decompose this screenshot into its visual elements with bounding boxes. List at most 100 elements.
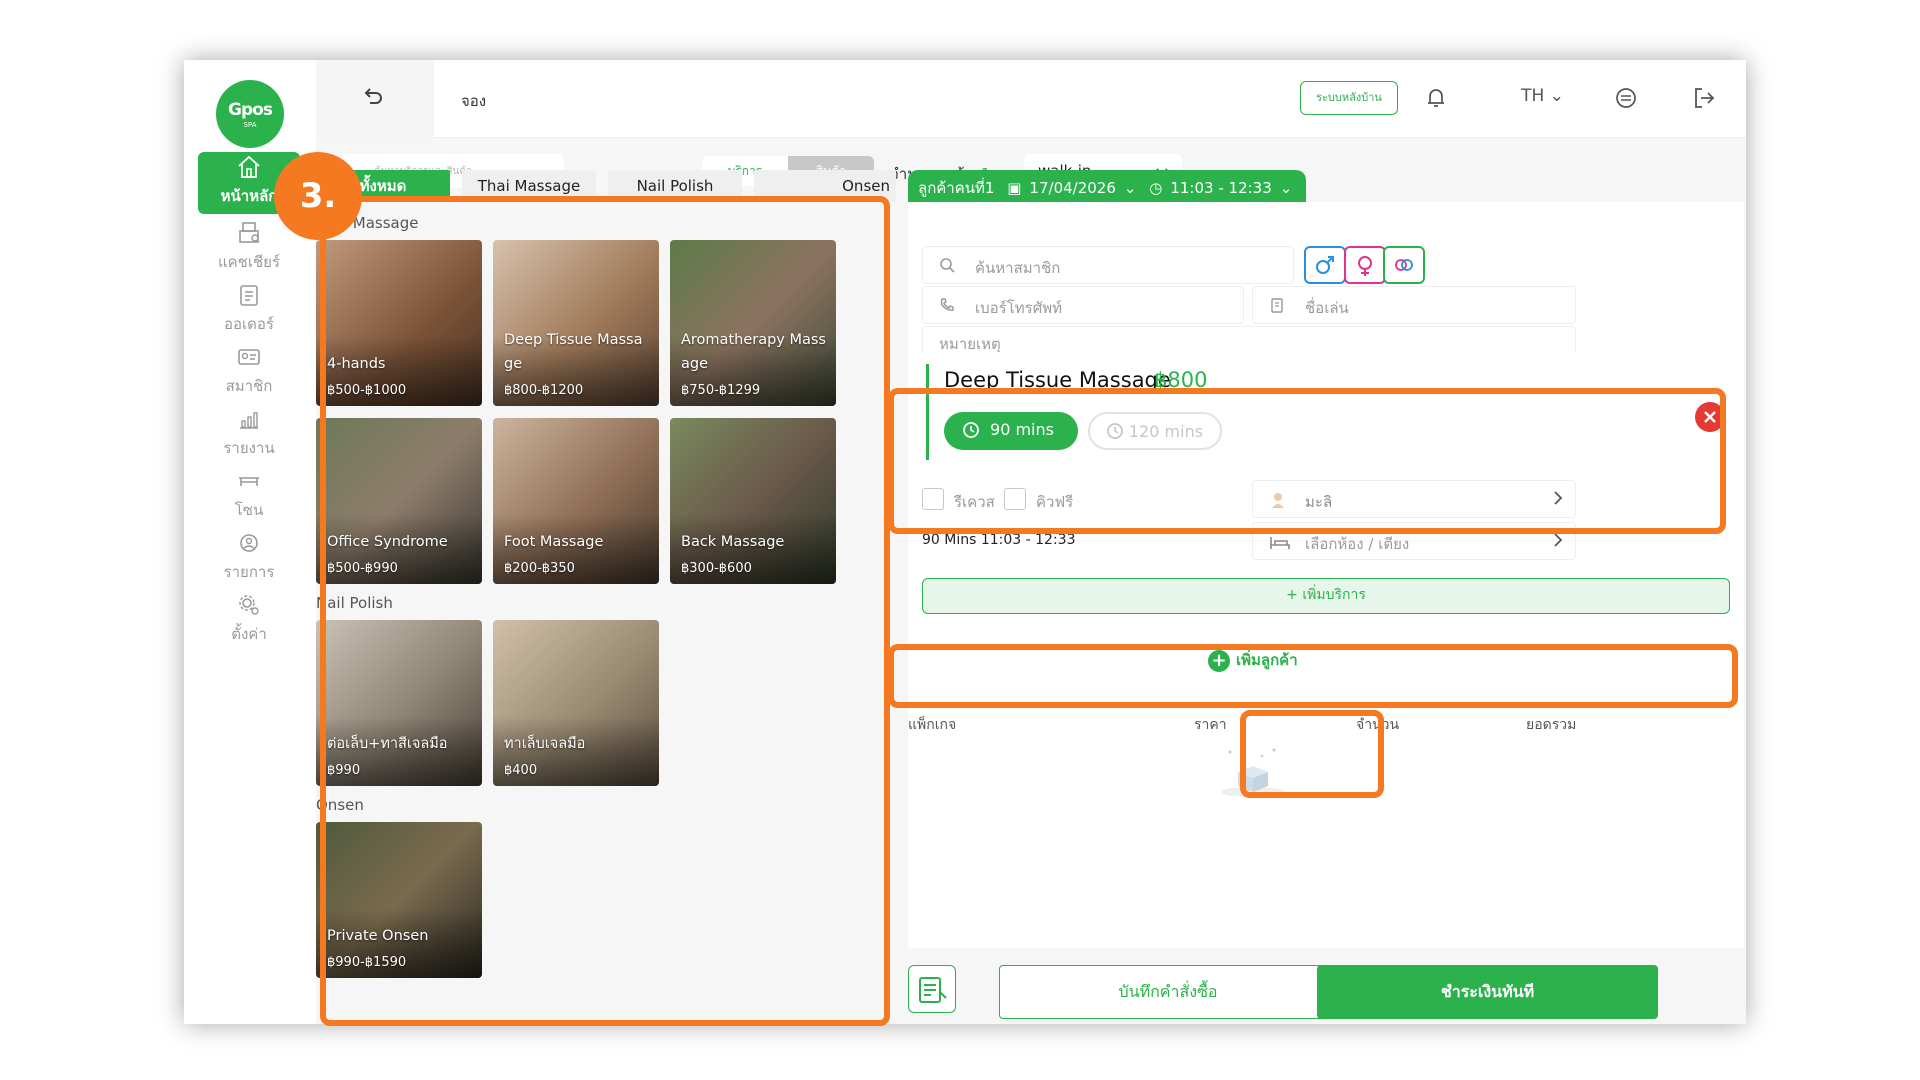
duration-120-button[interactable]: 120 mins: [1088, 412, 1222, 450]
id-card-icon: [1271, 298, 1283, 313]
save-order-button[interactable]: บันทึกคำสั่งซื้อ: [999, 965, 1337, 1019]
tile-price: ฿400: [504, 763, 538, 778]
logout-icon[interactable]: [1688, 82, 1720, 114]
order-note-button[interactable]: [908, 965, 956, 1013]
request-label: รีเควส: [954, 493, 995, 511]
female-icon: [1358, 256, 1372, 276]
tile-name: ทาเล็บเจลมือ: [504, 736, 586, 752]
clock-icon: [1107, 423, 1123, 439]
gender-other-button[interactable]: [1383, 246, 1425, 284]
tile-name: Foot Massage: [504, 534, 604, 550]
phone-placeholder: เบอร์โทรศัพท์: [975, 299, 1063, 317]
chevron-down-icon: ⌄: [1544, 86, 1564, 106]
booking-panel: ลูกค้าคนที่1 ▣ 17/04/2026 ⌄ ◷ 11:03 - 12:33…: [908, 170, 1746, 1024]
sidebar-item-members[interactable]: สมาชิก: [198, 342, 300, 404]
language-label: TH: [1521, 86, 1545, 106]
report-chart-icon: [240, 412, 258, 429]
chevron-right-icon: [1554, 491, 1563, 505]
service-tile[interactable]: Back Massage ฿300-฿600: [670, 418, 836, 584]
tile-name: 4-hands: [327, 356, 386, 372]
sidebar-item-label: รายการ: [223, 563, 275, 581]
back-button[interactable]: [316, 60, 434, 138]
duration-label: 120 mins: [1128, 422, 1204, 441]
sidebar-item-label: สมาชิก: [225, 377, 273, 395]
plus-icon: +: [1208, 649, 1230, 672]
therapist-avatar-icon: [1272, 493, 1284, 508]
language-selector[interactable]: TH ⌄: [1521, 86, 1564, 106]
therapist-select[interactable]: มะลิ: [1252, 480, 1576, 518]
tile-price: ฿750-฿1299: [681, 383, 761, 398]
tile-name: Aromatherapy Mass: [681, 332, 826, 348]
bed-zone-icon: [239, 477, 259, 486]
tile-name: ต่อเล็บ+ทาสีเจลมือ: [327, 736, 448, 752]
undo-arrow-icon: [364, 88, 382, 104]
room-select[interactable]: เลือกห้อง / เตียง: [1252, 522, 1576, 560]
sidebar-item-label: ออเดอร์: [224, 315, 274, 333]
sidebar-item-orders[interactable]: ออเดอร์: [198, 280, 300, 342]
spa-list-icon: [240, 534, 258, 552]
service-tile[interactable]: ทาเล็บเจลมือ ฿400: [493, 620, 659, 786]
sidebar-item-services[interactable]: รายการ: [198, 528, 300, 590]
sidebar-item-label: แคชเชียร์: [217, 253, 281, 271]
phone-icon: [940, 298, 954, 311]
tile-price: ฿800-฿1200: [504, 383, 584, 398]
tab-onsen[interactable]: Onsen: [754, 170, 896, 202]
member-search-input[interactable]: ค้นหาสมาชิก: [922, 246, 1294, 284]
male-icon: [1316, 256, 1334, 274]
notification-bell-icon[interactable]: [1420, 82, 1452, 114]
section-title: Onsen: [316, 796, 364, 814]
remove-service-button[interactable]: [1695, 402, 1725, 432]
room-placeholder: เลือกห้อง / เตียง: [1305, 535, 1410, 553]
booking-time: 11:03 - 12:33: [1170, 179, 1272, 197]
gender-female-button[interactable]: [1344, 246, 1386, 284]
bed-icon: [1270, 537, 1290, 549]
sidebar-item-label: หน้าหลัก: [220, 187, 278, 205]
calendar-icon: ▣: [1007, 179, 1022, 197]
add-guest-button[interactable]: + เพิ่มลูกค้า: [1208, 648, 1318, 678]
sidebar-item-label: รายงาน: [223, 439, 275, 457]
sidebar-item-settings[interactable]: ตั้งค่า: [198, 590, 300, 652]
member-card-icon: [238, 349, 260, 365]
section-title: Nail Polish: [316, 594, 393, 612]
guest-tab[interactable]: ลูกค้าคนที่1 ▣ 17/04/2026 ⌄ ◷ 11:03 - 12:33…: [908, 170, 1306, 202]
selected-service-price: ฿800: [1154, 368, 1208, 392]
service-tile[interactable]: 4-hands ฿500-฿1000: [316, 240, 482, 406]
duration-90-button[interactable]: 90 mins: [944, 412, 1078, 450]
tab-thai-massage[interactable]: Thai Massage: [462, 170, 596, 202]
sidebar-item-zones[interactable]: โซน: [198, 466, 300, 528]
nickname-input[interactable]: ชื่อเล่น: [1252, 286, 1576, 324]
tab-nail-polish[interactable]: Nail Polish: [608, 170, 742, 202]
service-tile[interactable]: Aromatherapy Mass age ฿750-฿1299: [670, 240, 836, 406]
duration-label: 90 mins: [990, 420, 1054, 439]
sidebar-item-label: ตั้งค่า: [231, 625, 267, 643]
pay-now-button[interactable]: ชำระเงินทันที: [1317, 965, 1658, 1019]
search-icon: [940, 258, 955, 273]
sidebar-item-cashier[interactable]: แคชเชียร์: [198, 218, 300, 280]
tile-name: Office Syndrome: [327, 534, 448, 550]
sidebar-item-reports[interactable]: รายงาน: [198, 404, 300, 466]
clock-icon: ◷: [1149, 179, 1163, 197]
service-tile[interactable]: Private Onsen ฿990-฿1590: [316, 822, 482, 978]
service-tile[interactable]: Office Syndrome ฿500-฿990: [316, 418, 482, 584]
step-number-badge: 3.: [274, 152, 362, 240]
member-search-placeholder: ค้นหาสมาชิก: [975, 259, 1061, 277]
column-total: ยอดรวม: [1526, 717, 1577, 733]
tile-name: Private Onsen: [327, 928, 429, 944]
column-quantity: จำนวน: [1356, 717, 1400, 733]
chevron-down-icon: ⌄: [1123, 179, 1137, 197]
empty-box-icon: [1221, 748, 1285, 797]
tile-name-cont: ge: [504, 356, 523, 372]
service-tile[interactable]: Foot Massage ฿200-฿350: [493, 418, 659, 584]
request-checkbox[interactable]: [922, 488, 944, 510]
phone-input[interactable]: เบอร์โทรศัพท์: [922, 286, 1244, 324]
tile-price: ฿300-฿600: [681, 561, 752, 576]
queue-free-checkbox[interactable]: [1004, 488, 1026, 510]
service-tile[interactable]: Deep Tissue Massa ge ฿800-฿1200: [493, 240, 659, 406]
gender-male-button[interactable]: [1304, 246, 1346, 284]
column-package: แพ็กเกจ: [908, 717, 957, 733]
add-service-button[interactable]: + เพิ่มบริการ: [922, 578, 1730, 614]
sidebar-item-label: โซน: [234, 501, 264, 519]
backoffice-button[interactable]: ระบบหลังบ้าน: [1300, 81, 1398, 115]
exchange-icon[interactable]: [1610, 82, 1642, 114]
service-tile[interactable]: ต่อเล็บ+ทาสีเจลมือ ฿990: [316, 620, 482, 786]
